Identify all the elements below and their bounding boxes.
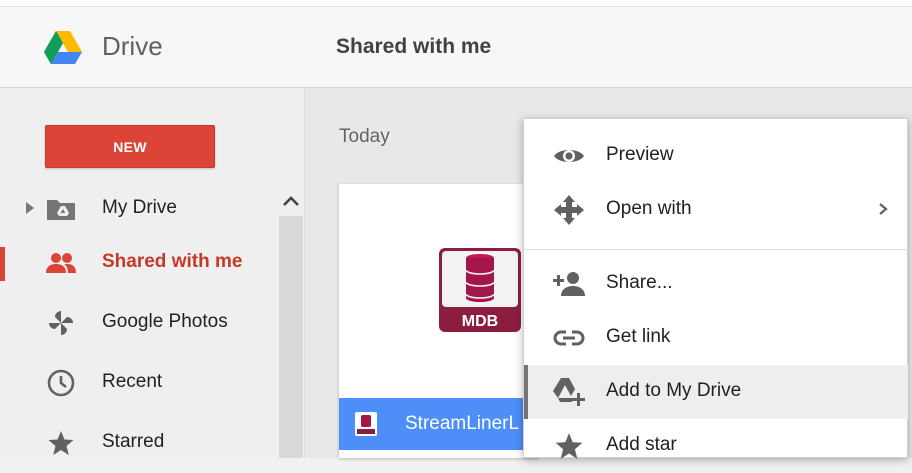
menu-item-label: Get link bbox=[606, 326, 671, 347]
menu-item-preview[interactable]: Preview bbox=[524, 129, 908, 183]
sidebar-item-google-photos[interactable]: Google Photos bbox=[0, 299, 279, 347]
menu-item-add-to-my-drive[interactable]: Add to My Drive bbox=[524, 365, 908, 419]
mdb-database-icon: MDB bbox=[439, 248, 521, 332]
link-icon bbox=[552, 323, 586, 353]
context-menu: Preview Open with Share... Get link Add … bbox=[523, 118, 908, 459]
section-label-today: Today bbox=[339, 126, 390, 147]
menu-item-label: Add star bbox=[606, 434, 677, 455]
menu-item-label: Add to My Drive bbox=[606, 380, 742, 401]
file-name-bar: StreamLinerL bbox=[339, 398, 539, 450]
star-icon bbox=[552, 431, 586, 461]
menu-item-label: Open with bbox=[606, 198, 692, 219]
mdb-thumb-label: MDB bbox=[462, 313, 498, 330]
add-person-icon bbox=[552, 269, 586, 299]
sidebar-item-label: Shared with me bbox=[102, 251, 243, 272]
google-photos-icon bbox=[44, 309, 78, 337]
eye-icon bbox=[552, 141, 586, 171]
menu-item-label: Preview bbox=[606, 144, 674, 165]
new-button[interactable]: NEW bbox=[45, 125, 215, 168]
app-header: Drive Shared with me bbox=[0, 7, 912, 88]
mdb-file-type-icon bbox=[355, 412, 377, 436]
sidebar-item-label: Recent bbox=[102, 371, 163, 392]
sidebar-item-my-drive[interactable]: My Drive bbox=[0, 185, 279, 233]
chevron-right-icon bbox=[879, 203, 888, 215]
file-card[interactable]: MDB StreamLinerL bbox=[339, 184, 539, 458]
add-to-drive-icon bbox=[552, 377, 586, 407]
file-name: StreamLinerL bbox=[405, 413, 520, 434]
sidebar-item-label: My Drive bbox=[102, 197, 177, 218]
menu-divider bbox=[524, 249, 908, 250]
sidebar-item-label: Google Photos bbox=[102, 311, 228, 332]
menu-item-label: Share... bbox=[606, 272, 673, 293]
shared-people-icon bbox=[44, 249, 78, 277]
active-indicator bbox=[0, 247, 5, 281]
my-drive-folder-icon bbox=[44, 195, 78, 223]
sidebar-item-label: Starred bbox=[102, 431, 165, 452]
app-name: Drive bbox=[102, 31, 163, 61]
menu-item-get-link[interactable]: Get link bbox=[524, 311, 908, 365]
sidebar: NEW My Drive Shared with me Google Photo… bbox=[0, 88, 305, 458]
star-icon bbox=[44, 429, 78, 457]
page-title: Shared with me bbox=[336, 35, 492, 58]
move-arrows-icon bbox=[552, 195, 586, 225]
sidebar-item-recent[interactable]: Recent bbox=[0, 359, 279, 407]
clock-icon bbox=[44, 369, 78, 397]
scroll-up-button[interactable] bbox=[279, 186, 303, 216]
expand-arrow-icon[interactable] bbox=[24, 200, 36, 216]
top-strip bbox=[0, 0, 912, 7]
sidebar-scrollbar[interactable] bbox=[279, 186, 303, 458]
sidebar-item-starred[interactable]: Starred bbox=[0, 419, 279, 467]
menu-item-share[interactable]: Share... bbox=[524, 257, 908, 311]
drive-logo-icon[interactable] bbox=[44, 31, 82, 65]
chevron-up-icon bbox=[283, 196, 299, 206]
menu-item-add-star[interactable]: Add star bbox=[524, 419, 908, 473]
menu-item-open-with[interactable]: Open with bbox=[524, 183, 908, 237]
sidebar-item-shared-with-me[interactable]: Shared with me bbox=[0, 239, 279, 287]
